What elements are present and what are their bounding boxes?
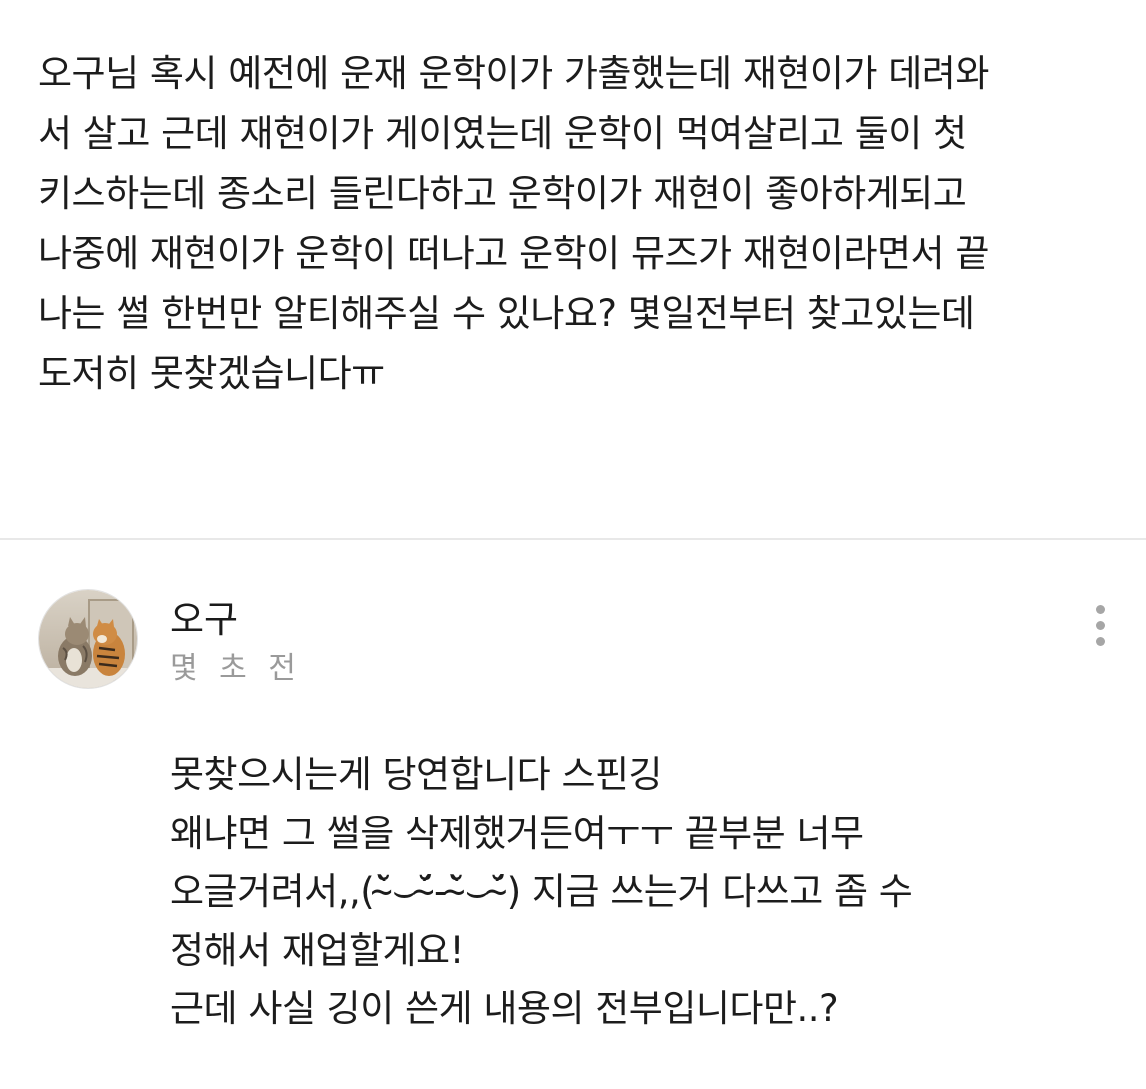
answer-line: 왜냐면 그 썰을 삭제했거든여ㅜㅜ 끝부분 너무	[170, 811, 864, 855]
section-divider	[0, 538, 1146, 540]
more-vertical-icon	[1095, 604, 1105, 614]
question-line: 나중에 재현이가 운학이 떠나고 운학이 뮤즈가 재현이라면서 끝	[38, 232, 989, 275]
cat-and-tiger-photo-icon	[39, 590, 137, 688]
more-vertical-icon	[1095, 620, 1105, 630]
timestamp: 몇 초 전	[170, 651, 302, 686]
author-name[interactable]: 오구	[170, 596, 238, 644]
answer-line: 오글거려서,,(˘̴̀⌣˘̴́-˘̴̀⌣˘̴́) 지금 쓰는거 다쓰고 좀 수	[170, 870, 913, 913]
answer-line: 정해서 재업할게요!	[170, 928, 464, 972]
answer-line: 못찾으시는게 당연합니다 스핀깅	[170, 753, 663, 796]
question-line: 오구님 혹시 예전에 운재 운학이가 가출했는데 재현이가 데려와	[38, 52, 989, 95]
answer-text: 못찾으시는게 당연합니다 스핀깅 왜냐면 그 썰을 삭제했거든여ㅜㅜ 끝부분 너…	[170, 746, 1110, 1039]
question-text: 오구님 혹시 예전에 운재 운학이가 가출했는데 재현이가 데려와 서 살고 근…	[38, 44, 1118, 404]
question-line: 도저히 못찾겠습니다ㅠ	[38, 352, 385, 395]
answer-line: 근데 사실 깅이 쓴게 내용의 전부입니다만..?	[170, 987, 839, 1030]
more-vertical-icon	[1095, 636, 1105, 646]
question-line: 키스하는데 종소리 들린다하고 운학이가 재현이 좋아하게되고	[38, 172, 967, 215]
avatar[interactable]	[38, 589, 138, 689]
question-line: 나는 썰 한번만 알티해주실 수 있나요? 몇일전부터 찾고있는데	[38, 292, 975, 335]
question-line: 서 살고 근데 재현이가 게이였는데 운학이 먹여살리고 둘이 첫	[38, 112, 967, 155]
more-options-button[interactable]	[1080, 600, 1120, 650]
